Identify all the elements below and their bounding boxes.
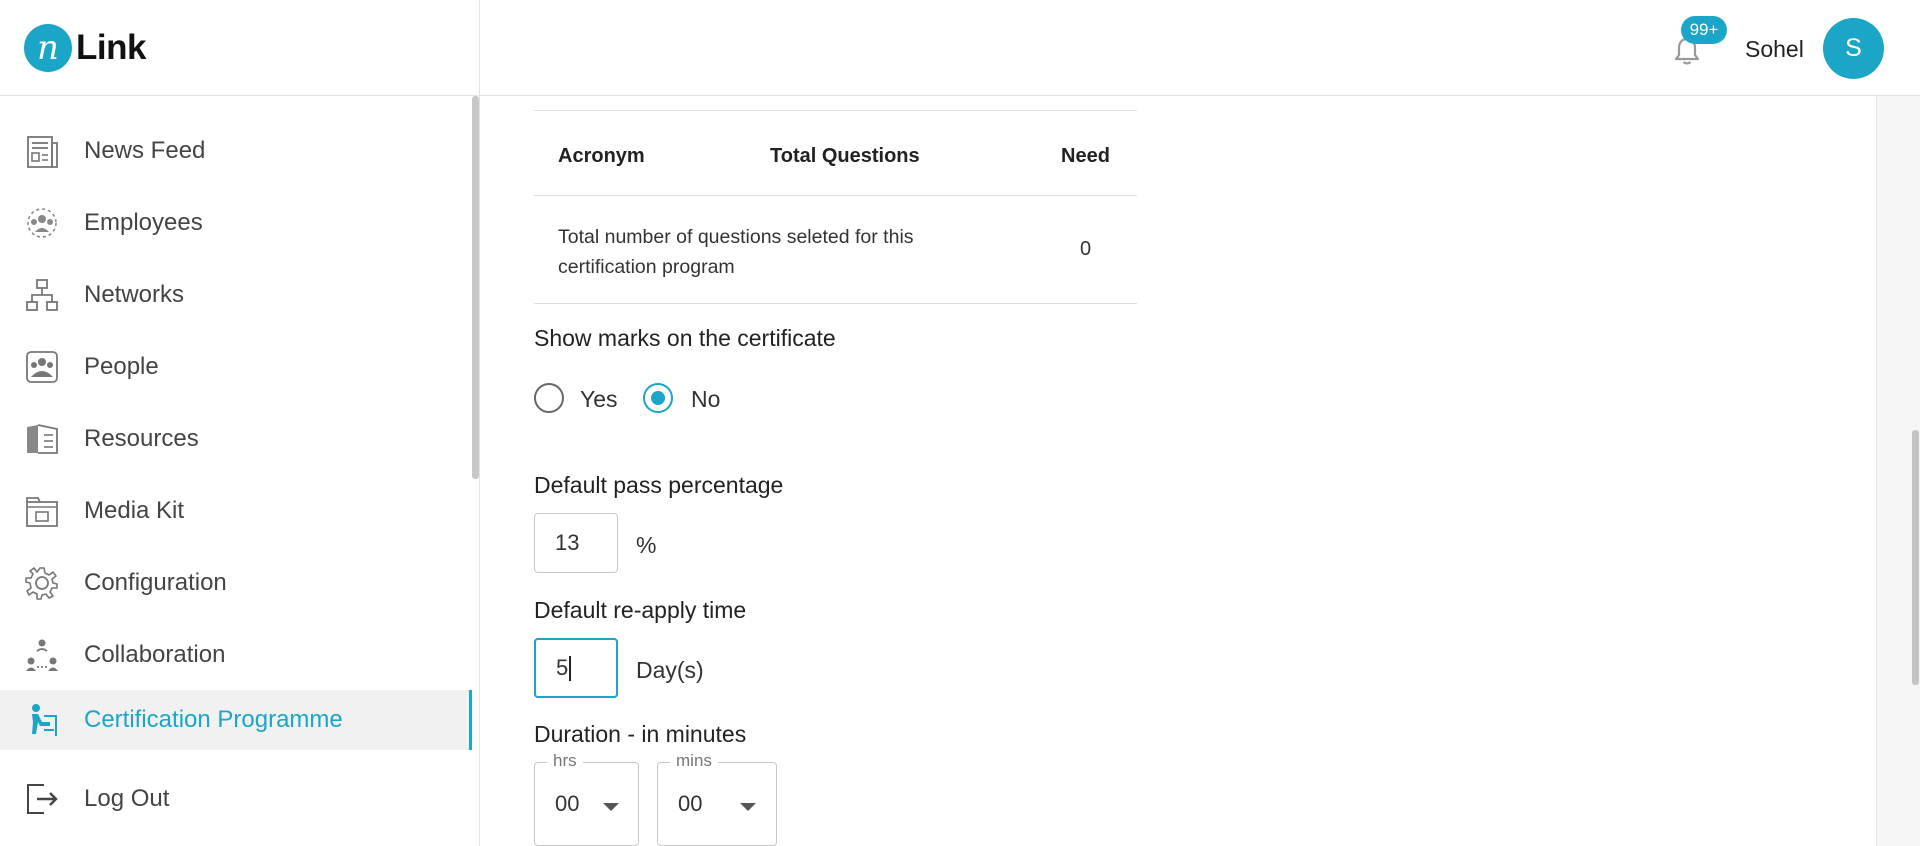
- sidebar-item-label: News Feed: [84, 137, 206, 164]
- logo-text: Link: [76, 28, 146, 67]
- text-caret: [569, 655, 571, 681]
- sidebar: News Feed Employees Networks People Reso…: [0, 96, 472, 846]
- certification-icon: [32, 704, 57, 736]
- sidebar-item-label: Configuration: [84, 569, 227, 596]
- show-marks-yes-radio[interactable]: [534, 383, 564, 413]
- show-marks-no-radio[interactable]: [643, 383, 673, 413]
- sidebar-scrollbar[interactable]: [472, 96, 479, 479]
- sidebar-item-employees[interactable]: Employees: [0, 193, 472, 253]
- reapply-time-value: 5: [556, 655, 569, 680]
- media-kit-icon: [26, 497, 58, 527]
- sidebar-item-networks[interactable]: Networks: [0, 265, 472, 325]
- percent-unit: %: [636, 532, 657, 558]
- column-header-total-questions: Total Questions: [770, 145, 920, 167]
- sidebar-item-log-out[interactable]: Log Out: [0, 769, 472, 829]
- gear-icon: [25, 567, 58, 600]
- page-scrollbar[interactable]: [1912, 430, 1919, 685]
- employees-icon: [27, 208, 57, 238]
- sidebar-item-label: Collaboration: [84, 641, 226, 668]
- show-marks-label: Show marks on the certificate: [534, 325, 836, 351]
- news-feed-icon: [27, 136, 58, 168]
- table-header-row: Acronym Total Questions Need: [534, 110, 1137, 196]
- app-logo[interactable]: n Link: [24, 24, 146, 72]
- sidebar-item-label: Media Kit: [84, 497, 185, 524]
- people-icon: [26, 351, 58, 383]
- duration-label: Duration - in minutes: [534, 721, 747, 747]
- sidebar-item-people[interactable]: People: [0, 337, 472, 397]
- sidebar-item-certification-programme[interactable]: Certification Programme: [0, 690, 472, 750]
- pass-percentage-value: 13: [555, 530, 580, 555]
- show-marks-no-label[interactable]: No: [691, 386, 720, 413]
- reapply-time-input[interactable]: 5: [534, 638, 618, 698]
- minutes-value: 00: [678, 791, 703, 816]
- sidebar-item-label: Certification Programme: [84, 706, 343, 733]
- sidebar-item-label: Employees: [84, 209, 203, 236]
- column-header-need: Need: [1061, 145, 1110, 167]
- reapply-time-label: Default re-apply time: [534, 597, 747, 623]
- sidebar-item-label: Networks: [84, 281, 185, 308]
- top-bar: n Link 99+ Sohel S: [0, 0, 1920, 96]
- notification-badge[interactable]: 99+: [1681, 16, 1727, 44]
- hours-legend: hrs: [547, 751, 583, 771]
- resources-icon: [27, 424, 58, 454]
- logo-mark: n: [24, 24, 72, 72]
- sidebar-item-configuration[interactable]: Configuration: [0, 553, 472, 613]
- collaboration-icon: [26, 639, 58, 671]
- user-name[interactable]: Sohel: [1745, 36, 1804, 63]
- pass-percentage-label: Default pass percentage: [534, 472, 784, 498]
- show-marks-yes-label[interactable]: Yes: [580, 386, 618, 413]
- hours-value: 00: [555, 791, 580, 816]
- questions-table: Acronym Total Questions Need Total numbe…: [534, 110, 1137, 304]
- sidebar-item-news-feed[interactable]: News Feed: [0, 121, 472, 181]
- column-header-acronym: Acronym: [558, 145, 645, 167]
- networks-icon: [26, 279, 58, 311]
- chevron-down-icon: [603, 803, 619, 811]
- days-unit: Day(s): [636, 657, 704, 683]
- sidebar-item-resources[interactable]: Resources: [0, 409, 472, 469]
- avatar[interactable]: S: [1823, 18, 1884, 79]
- pass-percentage-input[interactable]: 13: [534, 513, 618, 573]
- sidebar-item-label: Resources: [84, 425, 199, 452]
- chevron-down-icon: [740, 803, 756, 811]
- hours-select[interactable]: hrs 00: [534, 751, 639, 846]
- minutes-select[interactable]: mins 00: [657, 751, 777, 846]
- sidebar-item-media-kit[interactable]: Media Kit: [0, 481, 472, 541]
- sidebar-item-label: People: [84, 353, 159, 380]
- total-questions-count: 0: [1080, 238, 1092, 260]
- minutes-legend: mins: [670, 751, 718, 771]
- logout-icon: [27, 784, 58, 814]
- total-questions-description: Total number of questions seleted for th…: [558, 226, 914, 278]
- sidebar-divider: [479, 0, 480, 846]
- sidebar-item-collaboration[interactable]: Collaboration: [0, 625, 472, 685]
- table-row: Total number of questions seleted for th…: [534, 196, 1137, 304]
- sidebar-item-label: Log Out: [84, 785, 170, 812]
